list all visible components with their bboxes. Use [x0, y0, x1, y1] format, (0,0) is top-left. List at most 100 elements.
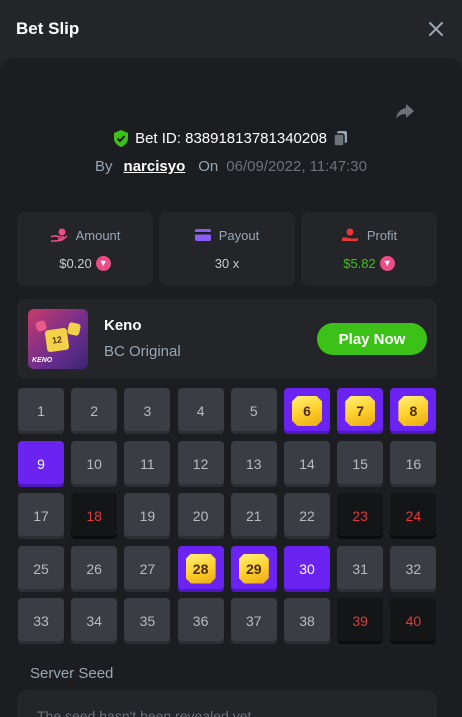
modal-title: Bet Slip: [16, 19, 80, 38]
keno-cell-number: 9: [37, 455, 45, 472]
on-label: On: [198, 158, 219, 175]
keno-cell-number: 23: [352, 508, 368, 524]
card-icon: [194, 229, 211, 241]
stat-amount-value: $0.20: [59, 255, 92, 271]
game-card: 12 KENO Keno BC Original Play Now: [17, 299, 437, 379]
gem-hit-icon: 8: [398, 396, 429, 426]
keno-cell-number: 30: [299, 560, 315, 577]
keno-cell-number: 40: [405, 613, 422, 629]
keno-cell-36[interactable]: 36: [177, 598, 224, 644]
bet-id-row: Bet ID: 83891813781340208: [0, 130, 462, 147]
keno-cell-8[interactable]: 8: [390, 388, 437, 434]
keno-cell-32[interactable]: 32: [390, 545, 437, 592]
play-now-button[interactable]: Play Now: [317, 323, 427, 355]
keno-cell-7[interactable]: 7: [337, 388, 384, 434]
keno-cell-number: 21: [246, 508, 262, 524]
thumb-die-right: [66, 321, 82, 337]
keno-cell-number: 35: [139, 613, 156, 629]
keno-cell-15[interactable]: 15: [337, 440, 384, 487]
keno-cell-24[interactable]: 24: [390, 493, 437, 539]
keno-cell-22[interactable]: 22: [284, 493, 330, 539]
hand-coin-icon: [50, 228, 68, 242]
stat-profit-value: $5.82: [343, 255, 376, 271]
username-link[interactable]: narcisyo: [124, 158, 186, 175]
stat-profit-label: Profit: [366, 227, 398, 243]
bet-byline: By narcisyo On 06/09/2022, 11:47:30: [0, 158, 462, 175]
keno-cell-16[interactable]: 16: [390, 440, 437, 487]
keno-cell-11[interactable]: 11: [124, 440, 171, 487]
keno-cell-26[interactable]: 26: [71, 545, 118, 592]
shield-check-icon: [114, 130, 129, 147]
close-icon[interactable]: [426, 19, 446, 39]
tron-coin-icon: ▼: [379, 255, 395, 271]
keno-cell-27[interactable]: 27: [124, 545, 171, 592]
game-name: Keno: [104, 317, 142, 334]
keno-cell-17[interactable]: 17: [18, 493, 64, 539]
keno-cell-number: 39: [352, 613, 368, 629]
stat-payout-label: Payout: [218, 227, 260, 243]
keno-cell-number: 5: [249, 403, 258, 419]
share-icon[interactable]: [394, 100, 416, 122]
keno-cell-number: 13: [246, 455, 262, 472]
by-label: By: [95, 158, 113, 175]
keno-cell-12[interactable]: 12: [177, 440, 224, 487]
keno-cell-37[interactable]: 37: [230, 598, 277, 644]
keno-cell-29[interactable]: 29: [230, 545, 277, 592]
keno-cell-number: 24: [405, 508, 422, 524]
keno-cell-1[interactable]: 1: [18, 388, 64, 434]
bet-date: 06/09/2022, 11:47:30: [226, 158, 367, 175]
keno-cell-34[interactable]: 34: [71, 598, 118, 644]
keno-cell-10[interactable]: 10: [71, 440, 118, 487]
money-hand-icon: [341, 228, 358, 241]
tron-coin-icon: ▼: [95, 255, 111, 271]
keno-cell-number: 18: [86, 508, 102, 524]
keno-cell-31[interactable]: 31: [337, 545, 384, 592]
stat-amount: Amount $0.20 ▼: [17, 212, 153, 286]
keno-cell-number: 2: [90, 403, 99, 419]
keno-cell-35[interactable]: 35: [124, 598, 171, 644]
keno-cell-number: 20: [192, 508, 209, 524]
keno-cell-9[interactable]: 9: [18, 440, 64, 487]
stat-payout-value: 30 x: [214, 255, 240, 271]
keno-cell-number: 27: [139, 560, 156, 577]
keno-cell-number: 25: [33, 560, 49, 577]
keno-cell-number: 8: [409, 403, 418, 419]
keno-cell-6[interactable]: 6: [284, 388, 330, 434]
keno-cell-number: 36: [192, 613, 209, 629]
keno-cell-13[interactable]: 13: [230, 440, 277, 487]
gem-hit-icon: 6: [292, 396, 322, 426]
keno-cell-33[interactable]: 33: [18, 598, 64, 644]
keno-cell-19[interactable]: 19: [124, 493, 171, 539]
keno-cell-25[interactable]: 25: [18, 545, 64, 592]
keno-cell-39[interactable]: 39: [337, 598, 384, 644]
keno-cell-2[interactable]: 2: [71, 388, 118, 434]
keno-cell-23[interactable]: 23: [337, 493, 384, 539]
server-seed-field[interactable]: The seed hasn't been revealed yet: [17, 690, 437, 717]
keno-cell-30[interactable]: 30: [284, 545, 330, 592]
keno-cell-number: 11: [140, 455, 155, 472]
keno-cell-number: 6: [303, 403, 311, 419]
keno-cell-number: 3: [143, 403, 152, 419]
keno-cell-40[interactable]: 40: [390, 598, 437, 644]
keno-cell-18[interactable]: 18: [71, 493, 118, 539]
gem-hit-icon: 28: [185, 553, 216, 584]
bet-stats: Amount $0.20 ▼ Payout 30 x Profit $5.82: [17, 212, 437, 286]
game-subtitle: BC Original: [104, 343, 181, 360]
keno-cell-5[interactable]: 5: [230, 388, 277, 434]
keno-cell-38[interactable]: 38: [284, 598, 330, 644]
keno-cell-21[interactable]: 21: [230, 493, 277, 539]
keno-cell-number: 4: [196, 403, 205, 419]
keno-cell-number: 32: [405, 560, 422, 577]
keno-cell-3[interactable]: 3: [124, 388, 171, 434]
keno-cell-14[interactable]: 14: [284, 440, 330, 487]
thumb-die-main: 12: [44, 327, 70, 353]
keno-cell-20[interactable]: 20: [177, 493, 224, 539]
stat-payout: Payout 30 x: [159, 212, 295, 286]
keno-game-thumbnail[interactable]: 12 KENO: [28, 309, 88, 369]
thumb-label: KENO: [32, 357, 53, 364]
keno-cell-number: 1: [37, 403, 45, 419]
keno-cell-28[interactable]: 28: [177, 545, 224, 592]
keno-cell-number: 22: [299, 508, 315, 524]
keno-cell-4[interactable]: 4: [177, 388, 224, 434]
copy-icon[interactable]: [333, 130, 349, 147]
